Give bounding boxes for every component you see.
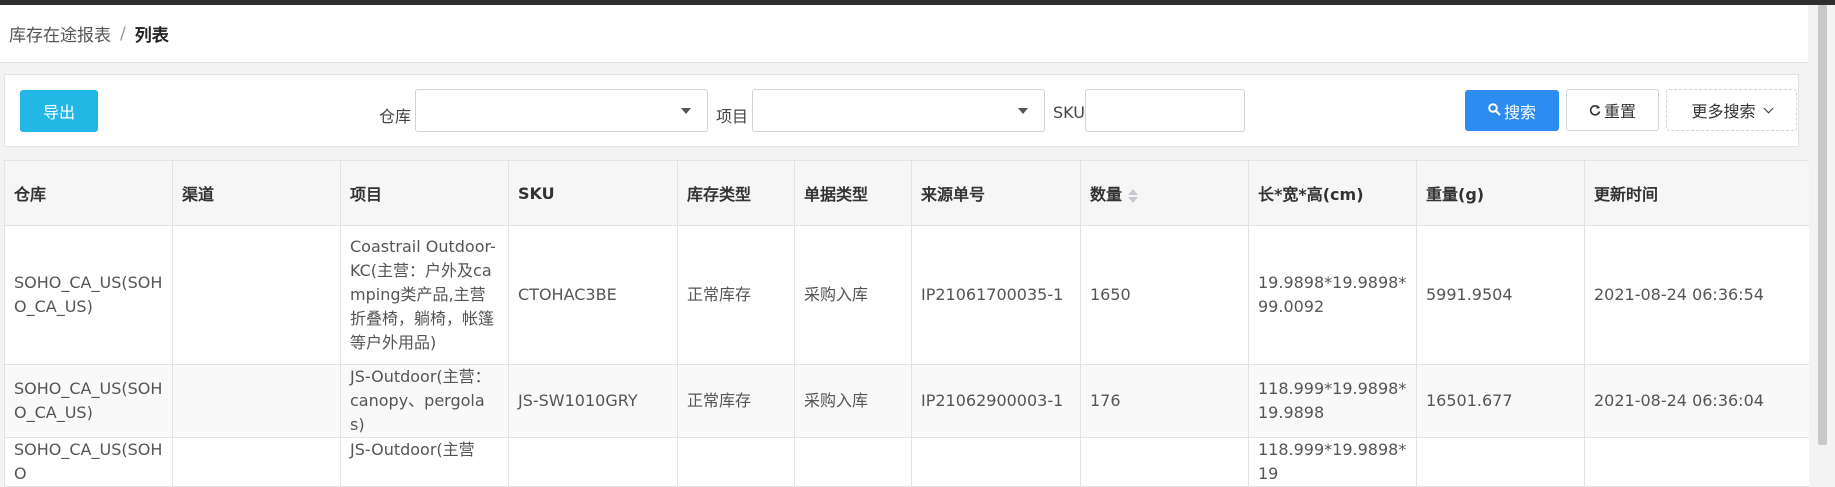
search-button[interactable]: 搜索 xyxy=(1465,90,1559,131)
breadcrumb: 库存在途报表 / 列表 xyxy=(0,5,1808,63)
cell-quantity: 176 xyxy=(1080,364,1249,438)
chevron-down-icon xyxy=(1763,103,1773,113)
project-select[interactable] xyxy=(752,89,1045,132)
sort-icon[interactable] xyxy=(1128,188,1139,204)
header-project: 项目 xyxy=(340,160,509,226)
cell-stock-type: 正常库存 xyxy=(677,364,795,438)
header-stock-type: 库存类型 xyxy=(677,160,795,226)
header-quantity-label: 数量 xyxy=(1090,185,1123,204)
header-dimensions: 长*宽*高(cm) xyxy=(1248,160,1417,226)
reset-button[interactable]: 重置 xyxy=(1566,89,1659,131)
more-search-label: 更多搜索 xyxy=(1691,102,1756,121)
caret-down-icon xyxy=(1018,108,1028,114)
warehouse-label: 仓库 xyxy=(379,107,412,126)
breadcrumb-separator: / xyxy=(120,23,126,44)
header-channel: 渠道 xyxy=(172,160,341,226)
cell-updated-at: 2021-08-24 06:36:04 xyxy=(1584,364,1809,438)
inventory-table: 仓库 渠道 项目 SKU 库存类型 单据类型 来源单号 数量 长*宽*高(cm)… xyxy=(4,160,1809,487)
caret-down-icon xyxy=(681,108,691,114)
cell-sku: JS-SW1010GRY xyxy=(508,364,678,438)
cell-warehouse: SOHO_CA_US(SOHO_CA_US) xyxy=(4,225,173,365)
table-row[interactable]: SOHO_CA_US(SOHO_CA_US) Coastrail Outdoor… xyxy=(4,225,1809,365)
project-label: 项目 xyxy=(716,107,749,126)
search-icon xyxy=(1488,101,1501,120)
search-button-label: 搜索 xyxy=(1503,102,1536,122)
table-header-row: 仓库 渠道 项目 SKU 库存类型 单据类型 来源单号 数量 长*宽*高(cm)… xyxy=(4,160,1809,226)
cell-warehouse: SOHO_CA_US(SOHO_CA_US) xyxy=(4,364,173,438)
search-toolbar: 导出 仓库 项目 SKU 搜索 重置 更多搜索 xyxy=(4,74,1799,147)
cell-doc-type: 采购入库 xyxy=(794,225,912,365)
cell-source-no: IP21061700035-1 xyxy=(911,225,1081,365)
more-search-button[interactable]: 更多搜索 xyxy=(1666,89,1797,131)
cell-stock-type: 正常库存 xyxy=(677,225,795,365)
cell-project: JS-Outdoor(主营：canopy、pergolas) xyxy=(340,364,509,438)
cell-source-no: IP21062900003-1 xyxy=(911,364,1081,438)
refresh-icon xyxy=(1589,101,1601,120)
header-updated-at: 更新时间 xyxy=(1584,160,1809,226)
breadcrumb-parent[interactable]: 库存在途报表 xyxy=(9,21,111,46)
cell-channel xyxy=(172,225,341,365)
header-quantity[interactable]: 数量 xyxy=(1080,160,1249,226)
cell-updated-at: 2021-08-24 06:36:54 xyxy=(1584,225,1809,365)
cell-quantity: 1650 xyxy=(1080,225,1249,365)
cell-weight: 16501.677 xyxy=(1416,364,1585,438)
sku-input[interactable] xyxy=(1085,89,1245,132)
sku-label: SKU xyxy=(1053,103,1085,122)
cell-project: Coastrail Outdoor-KC(主营：户外及camping类产品,主营… xyxy=(340,225,509,365)
reset-button-label: 重置 xyxy=(1603,102,1636,121)
header-source-no: 来源单号 xyxy=(911,160,1081,226)
cell-weight: 5991.9504 xyxy=(1416,225,1585,365)
header-weight: 重量(g) xyxy=(1416,160,1585,226)
header-warehouse: 仓库 xyxy=(4,160,173,226)
cell-dimensions: 118.999*19.9898*19.9898 xyxy=(1248,364,1417,438)
scrollbar-thumb[interactable] xyxy=(1818,5,1827,445)
header-sku: SKU xyxy=(508,160,678,226)
cell-doc-type: 采购入库 xyxy=(794,364,912,438)
header-doc-type: 单据类型 xyxy=(794,160,912,226)
cell-dimensions: 19.9898*19.9898*99.0092 xyxy=(1248,225,1417,365)
export-button[interactable]: 导出 xyxy=(20,90,98,132)
cell-sku: CTOHAC3BE xyxy=(508,225,678,365)
warehouse-select[interactable] xyxy=(415,89,708,132)
breadcrumb-current: 列表 xyxy=(134,26,169,46)
table-row[interactable]: SOHO_CA_US(SOHO_CA_US) JS-Outdoor(主营：can… xyxy=(4,364,1809,438)
cell-channel xyxy=(172,364,341,438)
